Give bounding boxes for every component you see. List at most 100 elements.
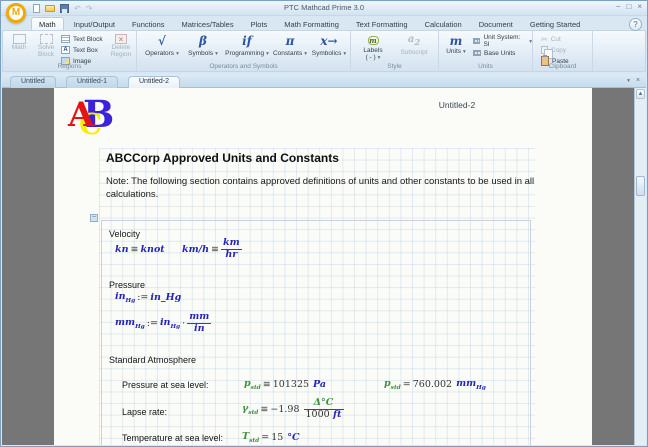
constants-button[interactable]: π Constants	[271, 34, 309, 57]
unit-system-label: Unit System: SI	[483, 34, 524, 48]
ribbon: Math Solve Block Text Block A Text Box I…	[2, 30, 646, 72]
math-kmh-definition[interactable]: km/h ≡ km hr	[182, 235, 242, 263]
tab-list-dropdown-icon[interactable]	[625, 77, 630, 84]
tab-plots[interactable]: Plots	[244, 18, 275, 30]
restore-button[interactable]: □	[626, 2, 631, 12]
text-block-button[interactable]: Text Block	[61, 34, 103, 44]
fraction: mm in	[187, 312, 211, 334]
scrollbar-thumb[interactable]	[636, 176, 645, 196]
tab-matrices-tables[interactable]: Matrices/Tables	[175, 18, 241, 30]
help-button[interactable]: ?	[629, 18, 642, 31]
open-icon[interactable]	[45, 5, 55, 12]
scroll-up-icon[interactable]: ▲	[636, 89, 645, 99]
programming-button[interactable]: if Programming	[225, 34, 269, 57]
document-title[interactable]: ABCCorp Approved Units and Constants	[106, 151, 339, 165]
cut-button[interactable]: ✂ Cut	[541, 34, 561, 44]
solve-block-icon	[40, 34, 53, 44]
copy-label: Copy	[551, 47, 566, 54]
units-label: Units	[446, 48, 461, 55]
close-button[interactable]: ×	[637, 2, 642, 12]
minimize-button[interactable]: −	[616, 2, 621, 12]
labels-current-value: ( - )	[366, 54, 376, 61]
ribbon-group-regions: Math Solve Block Text Block A Text Box I…	[3, 31, 137, 71]
base-units-label: Base Units	[484, 50, 515, 57]
subscript-label: Subscript	[400, 49, 427, 56]
save-icon[interactable]	[60, 4, 69, 13]
solve-block-button[interactable]: Solve Block	[33, 34, 59, 59]
label-lapse-rate[interactable]: Lapse rate:	[122, 407, 167, 417]
math-kn-definition[interactable]: kn ≡ knot	[115, 237, 165, 261]
math-lapse-rate[interactable]: γstd ≡ −1.98 Δ°C 1000 ft	[242, 394, 344, 424]
label-pressure-sea-level[interactable]: Pressure at sea level:	[122, 380, 209, 390]
new-document-icon[interactable]	[33, 4, 40, 13]
text-box-button[interactable]: A Text Box	[61, 45, 98, 55]
constants-label: Constants	[273, 50, 302, 57]
chevron-down-icon	[376, 54, 381, 61]
math-region-button[interactable]: Math	[7, 34, 31, 51]
tab-document[interactable]: Document	[472, 18, 520, 30]
worksheet-page[interactable]: A C B Untitled-2 ABCCorp Approved Units …	[54, 88, 592, 445]
doc-tab-untitled[interactable]: Untitled	[10, 76, 56, 88]
chevron-down-icon	[302, 50, 307, 57]
units-button[interactable]: m Units	[442, 34, 470, 55]
close-document-icon[interactable]: ×	[636, 77, 640, 84]
chevron-down-icon	[341, 50, 346, 57]
label-temperature-sea-level[interactable]: Temperature at sea level:	[122, 433, 223, 443]
symbolics-button[interactable]: x→ Symbolics	[309, 34, 349, 57]
fraction: km hr	[221, 238, 242, 260]
area-collapse-button[interactable]: −	[90, 214, 98, 222]
constants-icon: π	[286, 34, 295, 50]
tab-getting-started[interactable]: Getting Started	[523, 18, 587, 30]
document-note[interactable]: Note: The following section contains app…	[106, 175, 538, 202]
tab-calculation[interactable]: Calculation	[418, 18, 469, 30]
doc-tab-untitled-1[interactable]: Untitled-1	[66, 76, 118, 88]
math-pstd-evaluation[interactable]: pstd = 760.002 mmHg	[384, 378, 486, 391]
tab-math[interactable]: Math	[31, 17, 64, 30]
chevron-down-icon	[174, 50, 179, 57]
text-block-icon	[61, 35, 70, 43]
labels-label: Labels	[363, 47, 382, 54]
cut-icon: ✂	[541, 35, 548, 44]
ribbon-group-clipboard: ✂ Cut Copy Paste Clipboard	[533, 31, 593, 71]
chevron-down-icon	[213, 50, 218, 57]
math-mmhg-definition[interactable]: mmHg := inHg · mm in	[115, 309, 211, 337]
section-pressure[interactable]: Pressure	[109, 280, 145, 290]
page-header-title: Untitled-2	[387, 100, 527, 110]
symbols-button[interactable]: β Symbols	[185, 34, 221, 57]
copy-button[interactable]: Copy	[541, 45, 566, 55]
app-menu-button[interactable]: M	[6, 3, 26, 23]
delete-region-button[interactable]: × Delete Region	[107, 34, 135, 59]
doc-tab-controls: ×	[625, 77, 640, 84]
tab-input-output[interactable]: Input/Output	[67, 18, 122, 30]
unit-system-dropdown[interactable]: Unit System: SI	[473, 36, 532, 46]
base-units-button[interactable]: Base Units	[473, 48, 515, 58]
text-box-icon: A	[61, 46, 70, 54]
math-region-icon	[13, 34, 26, 44]
window-controls: − □ ×	[616, 2, 642, 12]
math-tstd-definition[interactable]: Tstd = 15 °C	[242, 431, 300, 444]
style-group-label: Style	[351, 63, 438, 70]
labels-button[interactable]: m Labels ( - )	[357, 34, 389, 61]
title-bar: PTC Mathcad Prime 3.0 − □ ×	[1, 1, 647, 16]
chevron-down-icon	[527, 38, 532, 45]
operators-button[interactable]: √ Operators	[143, 34, 181, 57]
worksheet-area: A C B Untitled-2 ABCCorp Approved Units …	[2, 88, 646, 445]
subscript-icon: a2	[408, 34, 420, 49]
tab-math-formatting[interactable]: Math Formatting	[277, 18, 346, 30]
math-inhg-definition[interactable]: inHg := in_Hg	[115, 291, 181, 304]
section-standard-atmosphere[interactable]: Standard Atmosphere	[109, 355, 196, 365]
copy-icon	[541, 46, 548, 54]
vertical-scrollbar[interactable]: ▲	[634, 88, 646, 445]
units-icon: m	[450, 34, 463, 48]
redo-icon[interactable]: ↷	[86, 4, 93, 13]
tab-functions[interactable]: Functions	[125, 18, 172, 30]
math-pstd-definition[interactable]: pstd ≡ 101325 Pa	[244, 378, 326, 391]
undo-icon[interactable]: ↶	[74, 4, 81, 13]
logo-letter-a: A	[68, 98, 94, 132]
tab-text-formatting[interactable]: Text Formatting	[349, 18, 415, 30]
ribbon-group-operators-symbols: √ Operators β Symbols if Programming π C…	[137, 31, 351, 71]
units-group-label: Units	[439, 63, 532, 70]
labels-icon: m	[368, 36, 379, 45]
doc-tab-untitled-2[interactable]: Untitled-2	[128, 76, 180, 88]
subscript-button[interactable]: a2 Subscript	[393, 34, 435, 56]
